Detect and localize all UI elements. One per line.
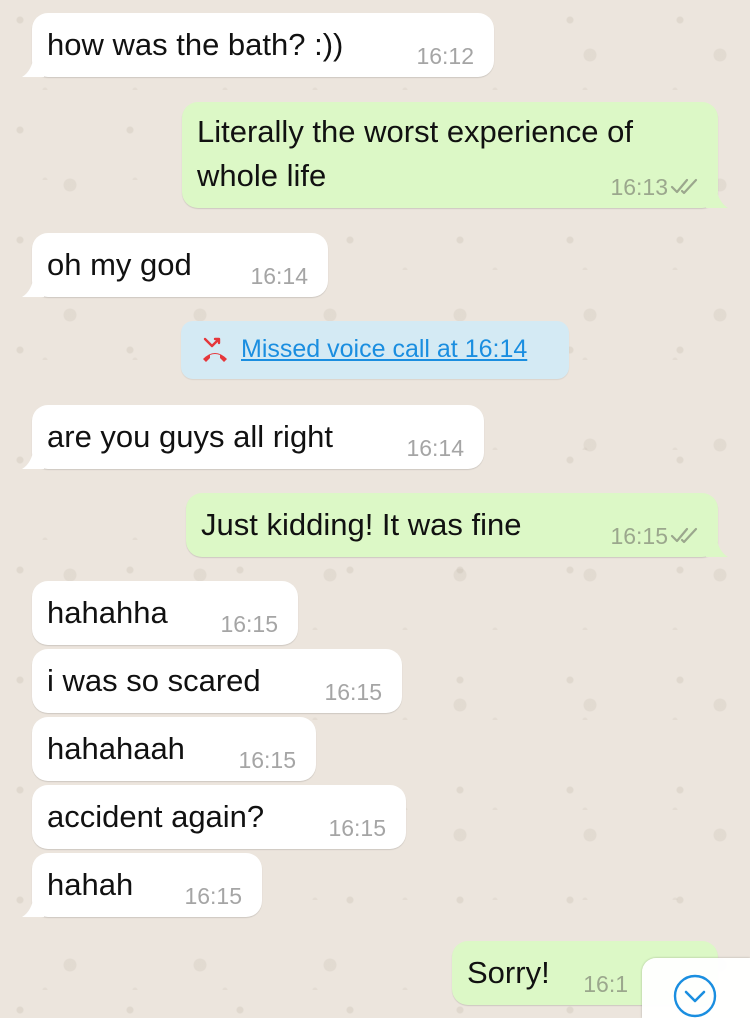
message-text: how was the bath? :)) [47, 27, 344, 62]
message-bubble-incoming[interactable]: hahahaah 16:15 [32, 717, 316, 781]
message-time: 16:15 [610, 523, 668, 549]
message-time: 16:12 [416, 43, 474, 69]
message-text: hahah [47, 867, 134, 902]
message-bubble-incoming[interactable]: oh my god 16:14 [22, 233, 328, 297]
chat-message-list[interactable]: how was the bath? :)) 16:12 Literally th… [0, 0, 750, 1018]
bubble-tail [22, 895, 44, 917]
message-bubble-incoming[interactable]: accident again? 16:15 [32, 785, 406, 849]
message-text: hahahaah [47, 731, 185, 766]
message-bubble-incoming[interactable]: hahahha 16:15 [32, 581, 298, 645]
bubble-tail [22, 447, 44, 469]
message-bubble-incoming[interactable]: are you guys all right 16:14 [22, 405, 484, 469]
bubble-tail [706, 186, 728, 208]
message-time: 16:1 [583, 971, 628, 997]
message-bubble-outgoing[interactable]: Just kidding! It was fine 16:15 [186, 493, 728, 557]
missed-call-label[interactable]: Missed voice call at 16:14 [241, 333, 527, 365]
message-text: are you guys all right [47, 419, 334, 454]
bubble-tail [22, 275, 44, 297]
message-text: i was so scared [47, 663, 261, 698]
message-bubble-incoming[interactable]: hahah 16:15 [22, 853, 262, 917]
missed-call-notice[interactable]: Missed voice call at 16:14 [181, 321, 569, 379]
message-text: oh my god [47, 247, 192, 282]
message-text: Sorry! [467, 955, 550, 990]
message-time: 16:15 [184, 883, 242, 909]
message-text: hahahha [47, 595, 168, 630]
message-text-line-2: whole life [197, 158, 327, 193]
message-time: 16:14 [250, 263, 308, 289]
bubble-tail [22, 55, 44, 77]
read-receipt-icon [670, 527, 698, 544]
message-text: accident again? [47, 799, 265, 834]
message-time: 16:14 [406, 435, 464, 461]
message-text: Just kidding! It was fine [201, 507, 522, 542]
message-time: 16:15 [328, 815, 386, 841]
message-bubble-incoming[interactable]: how was the bath? :)) 16:12 [22, 13, 494, 77]
message-time: 16:15 [324, 679, 382, 705]
read-receipt-icon [670, 178, 698, 195]
message-time: 16:15 [238, 747, 296, 773]
bubble-tail [706, 535, 728, 557]
message-bubble-outgoing[interactable]: Literally the worst experience of whole … [182, 102, 728, 208]
message-bubble-incoming[interactable]: i was so scared 16:15 [32, 649, 402, 713]
missed-call-icon [203, 337, 227, 362]
chevron-down-circle-icon [673, 974, 717, 1018]
message-time: 16:13 [610, 174, 668, 200]
message-text-line-1: Literally the worst experience of [197, 114, 633, 149]
message-time: 16:15 [220, 611, 278, 637]
scroll-to-bottom-button[interactable] [642, 958, 750, 1018]
